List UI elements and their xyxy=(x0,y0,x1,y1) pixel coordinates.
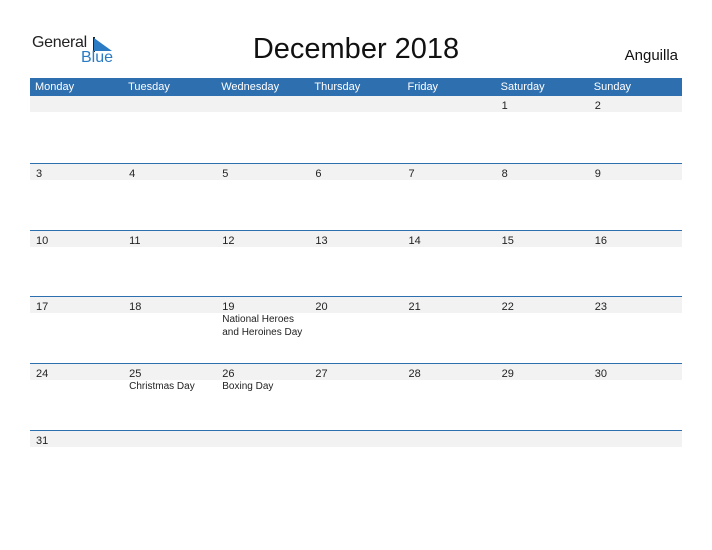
day-number: 17 xyxy=(36,301,49,313)
week-row: 31 xyxy=(30,430,682,447)
day-cell: 2 xyxy=(589,96,682,112)
day-cell: 19 National Heroes and Heroines Day xyxy=(216,297,309,339)
week-row: 3 4 5 6 7 8 9 xyxy=(30,163,682,180)
day-number: 24 xyxy=(36,368,49,380)
day-cell: 26 Boxing Day xyxy=(216,364,309,393)
day-cell: 20 xyxy=(309,297,402,313)
day-number: 18 xyxy=(129,301,142,313)
holiday-label: Christmas Day xyxy=(129,380,216,393)
day-cell xyxy=(123,96,216,112)
date-strip: 12 xyxy=(30,96,682,112)
weekday-header: Monday Tuesday Wednesday Thursday Friday… xyxy=(30,78,682,96)
day-cell: 27 xyxy=(309,364,402,380)
day-cell: 25 Christmas Day xyxy=(123,364,216,393)
date-strip: 31 xyxy=(30,431,682,447)
weekday-monday: Monday xyxy=(35,81,75,93)
day-number: 19 xyxy=(222,301,235,313)
country-label: Anguilla xyxy=(624,47,678,64)
holiday-label: National Heroes and Heroines Day xyxy=(222,313,309,339)
day-number: 5 xyxy=(222,168,229,180)
day-cell: 17 xyxy=(30,297,123,313)
weekday-wednesday: Wednesday xyxy=(221,81,280,93)
day-number: 10 xyxy=(36,235,49,247)
date-strip: 17 18 19 National Heroes and Heroines Day 20… xyxy=(30,297,682,339)
day-cell: 31 xyxy=(30,431,123,447)
day-number: 20 xyxy=(315,301,328,313)
day-cell: 5 xyxy=(216,164,309,180)
page-title: December 2018 xyxy=(252,33,460,65)
day-cell xyxy=(403,96,496,112)
day-cell: 14 xyxy=(403,231,496,247)
day-cell: 4 xyxy=(123,164,216,180)
day-cell: 29 xyxy=(496,364,589,380)
day-number: 25 xyxy=(129,368,142,380)
day-number: 28 xyxy=(408,368,421,380)
weekday-thursday: Thursday xyxy=(314,81,361,93)
day-number: 7 xyxy=(408,168,415,180)
day-cell: 9 xyxy=(589,164,682,180)
day-cell: 1 xyxy=(496,96,589,112)
day-number: 12 xyxy=(222,235,235,247)
day-number: 14 xyxy=(408,235,421,247)
day-cell: 12 xyxy=(216,231,309,247)
day-number: 23 xyxy=(594,301,607,313)
day-cell xyxy=(589,431,682,447)
week-row: 17 18 19 National Heroes and Heroines Day 20… xyxy=(30,296,682,339)
day-cell: 28 xyxy=(403,364,496,380)
day-number: 31 xyxy=(36,435,49,447)
day-cell xyxy=(30,96,123,112)
day-number: 21 xyxy=(408,301,421,313)
day-number: 9 xyxy=(594,168,601,180)
day-cell xyxy=(216,431,309,447)
day-cell xyxy=(496,431,589,447)
day-cell xyxy=(403,431,496,447)
day-cell xyxy=(309,431,402,447)
holiday-label: Boxing Day xyxy=(222,380,309,393)
day-number: 6 xyxy=(315,168,322,180)
day-number: 27 xyxy=(315,368,328,380)
week-row: 24 25 Christmas Day 26 Boxing Day 27 28 29 30 xyxy=(30,363,682,393)
day-number: 29 xyxy=(501,368,514,380)
weekday-tuesday: Tuesday xyxy=(128,81,170,93)
day-cell xyxy=(216,96,309,112)
day-cell: 18 xyxy=(123,297,216,313)
day-number: 26 xyxy=(222,368,235,380)
day-number: 16 xyxy=(594,235,607,247)
day-number: 30 xyxy=(594,368,607,380)
date-strip: 10 11 12 13 14 15 16 xyxy=(30,231,682,247)
date-strip: 3 4 5 6 7 8 9 xyxy=(30,164,682,180)
day-cell: 13 xyxy=(309,231,402,247)
day-cell: 21 xyxy=(403,297,496,313)
day-cell: 6 xyxy=(309,164,402,180)
day-cell: 30 xyxy=(589,364,682,380)
day-cell: 23 xyxy=(589,297,682,313)
weekday-saturday: Saturday xyxy=(500,81,545,93)
day-number: 3 xyxy=(36,168,43,180)
day-number: 8 xyxy=(501,168,508,180)
week-row: 10 11 12 13 14 15 16 xyxy=(30,230,682,247)
day-cell xyxy=(123,431,216,447)
day-cell: 16 xyxy=(589,231,682,247)
day-number: 4 xyxy=(129,168,136,180)
day-number: 2 xyxy=(594,100,601,112)
day-number: 11 xyxy=(129,235,141,247)
day-cell: 7 xyxy=(403,164,496,180)
weekday-friday: Friday xyxy=(407,81,439,93)
weekday-sunday: Sunday xyxy=(593,81,632,93)
day-number: 1 xyxy=(501,100,508,112)
day-number: 15 xyxy=(501,235,514,247)
day-number: 22 xyxy=(501,301,514,313)
day-cell: 11 xyxy=(123,231,216,247)
day-cell: 10 xyxy=(30,231,123,247)
day-cell: 22 xyxy=(496,297,589,313)
day-cell: 24 xyxy=(30,364,123,380)
week-row: 12 xyxy=(30,96,682,112)
day-number: 13 xyxy=(315,235,328,247)
day-cell: 8 xyxy=(496,164,589,180)
day-cell: 3 xyxy=(30,164,123,180)
day-cell: 15 xyxy=(496,231,589,247)
day-cell xyxy=(309,96,402,112)
date-strip: 24 25 Christmas Day 26 Boxing Day 27 28 29 30 xyxy=(30,364,682,393)
